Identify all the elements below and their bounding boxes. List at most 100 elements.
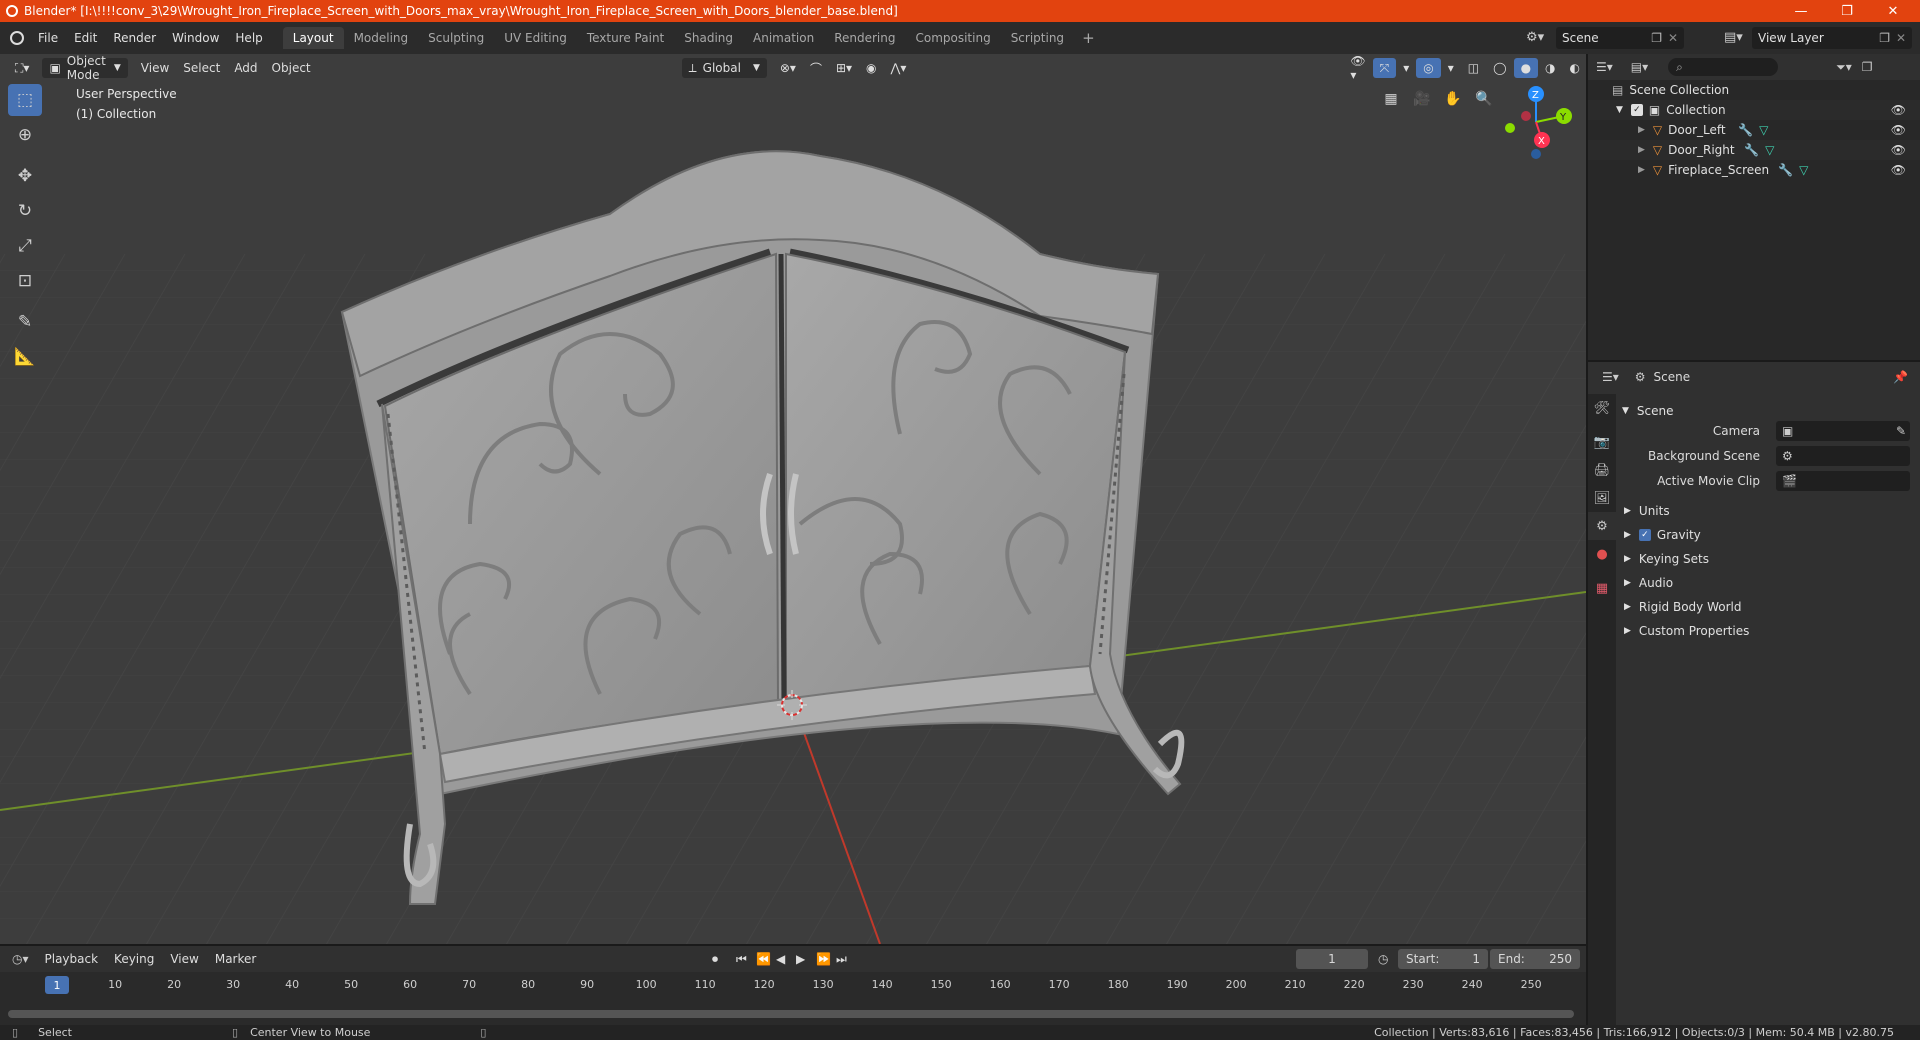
timeline-menu-view[interactable]: View bbox=[162, 952, 206, 966]
eyedropper-icon[interactable]: ✎ bbox=[1896, 424, 1906, 438]
visibility-icon[interactable]: 👁▾ bbox=[1343, 54, 1372, 82]
tool-tab-icon[interactable]: 🛠 bbox=[1588, 394, 1616, 422]
solid-shading-icon[interactable]: ● bbox=[1513, 58, 1539, 78]
delete-view-layer-icon[interactable]: ✕ bbox=[1896, 31, 1906, 45]
expand-arrow-icon[interactable]: ▼ bbox=[1616, 105, 1623, 115]
menu-edit[interactable]: Edit bbox=[66, 31, 105, 45]
outliner-row-scene-collection[interactable]: ▤ Scene Collection bbox=[1588, 80, 1920, 100]
eye-icon[interactable]: 👁 bbox=[1891, 163, 1906, 177]
tab-scripting[interactable]: Scripting bbox=[1001, 27, 1074, 49]
expand-arrow-icon[interactable]: ▶ bbox=[1638, 145, 1645, 155]
mesh-data-icon[interactable]: ▽ bbox=[1765, 143, 1774, 157]
gizmo-neg-y[interactable] bbox=[1505, 123, 1515, 133]
view-layer-icon[interactable]: ▤▾ bbox=[1724, 30, 1743, 45]
frame-ruler[interactable]: 1 10 20 30 40 50 60 70 80 90 100 110 120 130 140 150 160… bbox=[0, 976, 1586, 996]
viewport-menu-object[interactable]: Object bbox=[265, 58, 318, 78]
transform-orientation-dropdown[interactable]: ⟂ Global ▼ bbox=[681, 58, 767, 78]
audio-section[interactable]: ▶ Audio bbox=[1624, 572, 1920, 594]
display-mode-icon[interactable]: ▤▾ bbox=[1631, 60, 1648, 74]
mode-dropdown[interactable]: ▣ Object Mode ▼ bbox=[42, 54, 128, 82]
snap-icon[interactable]: ⌒ bbox=[803, 58, 829, 78]
menu-help[interactable]: Help bbox=[227, 31, 270, 45]
gizmo-toggle-icon[interactable]: ⤧ bbox=[1372, 58, 1397, 78]
measure-tool-icon[interactable]: 📐 bbox=[8, 341, 42, 373]
new-collection-icon[interactable]: ❐ bbox=[1862, 60, 1873, 74]
play-icon[interactable]: ▶ bbox=[796, 952, 805, 966]
minimize-button[interactable]: — bbox=[1778, 0, 1824, 22]
jump-keyframe-forward-icon[interactable]: ⏩ bbox=[816, 952, 831, 966]
rotate-tool-icon[interactable]: ↻ bbox=[8, 195, 42, 227]
play-reverse-icon[interactable]: ◀ bbox=[776, 952, 785, 966]
modifier-icon[interactable]: 🔧 bbox=[1778, 163, 1793, 177]
tab-uv-editing[interactable]: UV Editing bbox=[494, 27, 577, 49]
world-tab-icon[interactable]: ● bbox=[1588, 540, 1616, 568]
mesh-data-icon[interactable]: ▽ bbox=[1759, 123, 1768, 137]
units-section[interactable]: ▶ Units bbox=[1624, 500, 1920, 522]
modifier-icon[interactable]: 🔧 bbox=[1738, 123, 1753, 137]
outliner-row-object[interactable]: ▶ ▽ Door_Right 🔧 ▽ 👁 bbox=[1588, 140, 1920, 160]
tab-sculpting[interactable]: Sculpting bbox=[418, 27, 494, 49]
tab-modeling[interactable]: Modeling bbox=[344, 27, 419, 49]
scale-tool-icon[interactable]: ⤢ bbox=[8, 230, 42, 262]
outliner-editor-icon[interactable]: ☰▾ bbox=[1596, 60, 1613, 74]
gizmo-neg-z[interactable] bbox=[1531, 149, 1541, 159]
view-layer-field[interactable]: View Layer ❐ ✕ bbox=[1752, 27, 1912, 49]
eye-icon[interactable]: 👁 bbox=[1891, 143, 1906, 157]
gizmo-neg-x[interactable] bbox=[1521, 111, 1531, 121]
proportional-falloff-icon[interactable]: ⋀▾ bbox=[884, 58, 914, 78]
texture-tab-icon[interactable]: ▦ bbox=[1588, 574, 1616, 602]
view-layer-tab-icon[interactable]: 🖼 bbox=[1588, 484, 1616, 512]
background-scene-field[interactable]: ⚙ bbox=[1776, 446, 1910, 466]
scene-selector-icon[interactable]: ⚙▾ bbox=[1526, 30, 1544, 45]
timeline-menu-keying[interactable]: Keying bbox=[106, 952, 162, 966]
properties-editor-icon[interactable]: ☰▾ bbox=[1602, 370, 1619, 384]
menu-window[interactable]: Window bbox=[164, 31, 227, 45]
jump-end-icon[interactable]: ⏭ bbox=[836, 952, 847, 967]
rendered-shading-icon[interactable]: ◐ bbox=[1563, 58, 1586, 78]
maximize-button[interactable]: ❐ bbox=[1824, 0, 1870, 22]
cursor-tool-icon[interactable]: ⊕ bbox=[8, 119, 42, 151]
timeline-scrollbar[interactable] bbox=[8, 1010, 1574, 1018]
current-frame-field[interactable]: 1 bbox=[1296, 949, 1368, 969]
proportional-edit-icon[interactable]: ◉ bbox=[859, 58, 883, 78]
add-workspace-button[interactable]: + bbox=[1074, 27, 1103, 49]
blender-menu-icon[interactable] bbox=[10, 31, 24, 45]
tab-texture-paint[interactable]: Texture Paint bbox=[577, 27, 674, 49]
annotate-tool-icon[interactable]: ✎ bbox=[8, 306, 42, 338]
pivot-point-icon[interactable]: ⊗▾ bbox=[773, 58, 803, 78]
close-button[interactable]: ✕ bbox=[1870, 0, 1916, 22]
outliner-row-object[interactable]: ▶ ▽ Door_Left 🔧 ▽ 👁 bbox=[1588, 120, 1920, 140]
tab-layout[interactable]: Layout bbox=[282, 27, 344, 49]
gizmo-dropdown-icon[interactable]: ▾ bbox=[1396, 58, 1416, 78]
overlays-dropdown-icon[interactable]: ▾ bbox=[1441, 58, 1461, 78]
record-icon[interactable]: ⏺ bbox=[712, 952, 718, 967]
snap-target-icon[interactable]: ⊞▾ bbox=[829, 58, 859, 78]
zoom-view-icon[interactable]: 🔍 bbox=[1471, 86, 1497, 112]
timeline-editor-icon[interactable]: ◷▾ bbox=[12, 952, 29, 966]
menu-render[interactable]: Render bbox=[105, 31, 164, 45]
scene-section-header[interactable]: ▼ Scene bbox=[1622, 400, 1918, 422]
menu-file[interactable]: File bbox=[30, 31, 66, 45]
rigid-body-world-section[interactable]: ▶ Rigid Body World bbox=[1624, 596, 1920, 618]
viewport-menu-add[interactable]: Add bbox=[227, 58, 264, 78]
filter-icon[interactable]: ⏷▾ bbox=[1836, 60, 1852, 75]
expand-arrow-icon[interactable]: ▶ bbox=[1638, 165, 1645, 175]
pin-icon[interactable]: 📌 bbox=[1893, 370, 1908, 384]
transform-tool-icon[interactable]: ⊡ bbox=[8, 265, 42, 297]
end-frame-field[interactable]: End: 250 bbox=[1490, 949, 1580, 969]
tab-rendering[interactable]: Rendering bbox=[824, 27, 905, 49]
start-frame-field[interactable]: Start: 1 bbox=[1398, 949, 1488, 969]
xray-toggle-icon[interactable]: ◫ bbox=[1461, 58, 1486, 78]
eye-icon[interactable]: 👁 bbox=[1891, 123, 1906, 137]
custom-properties-section[interactable]: ▶ Custom Properties bbox=[1624, 620, 1920, 642]
outliner-search-input[interactable]: ⌕ bbox=[1668, 58, 1779, 76]
jump-start-icon[interactable]: ⏮ bbox=[736, 952, 747, 967]
active-movie-clip-field[interactable]: 🎬 bbox=[1776, 471, 1910, 491]
new-view-layer-icon[interactable]: ❐ bbox=[1879, 31, 1890, 45]
select-box-tool-icon[interactable]: ⬚ bbox=[8, 84, 42, 116]
tab-animation[interactable]: Animation bbox=[743, 27, 824, 49]
tab-shading[interactable]: Shading bbox=[674, 27, 743, 49]
gravity-checkbox[interactable]: ✓ bbox=[1638, 529, 1651, 541]
viewport-menu-view[interactable]: View bbox=[134, 58, 176, 78]
collection-checkbox[interactable]: ✓ bbox=[1630, 104, 1643, 116]
